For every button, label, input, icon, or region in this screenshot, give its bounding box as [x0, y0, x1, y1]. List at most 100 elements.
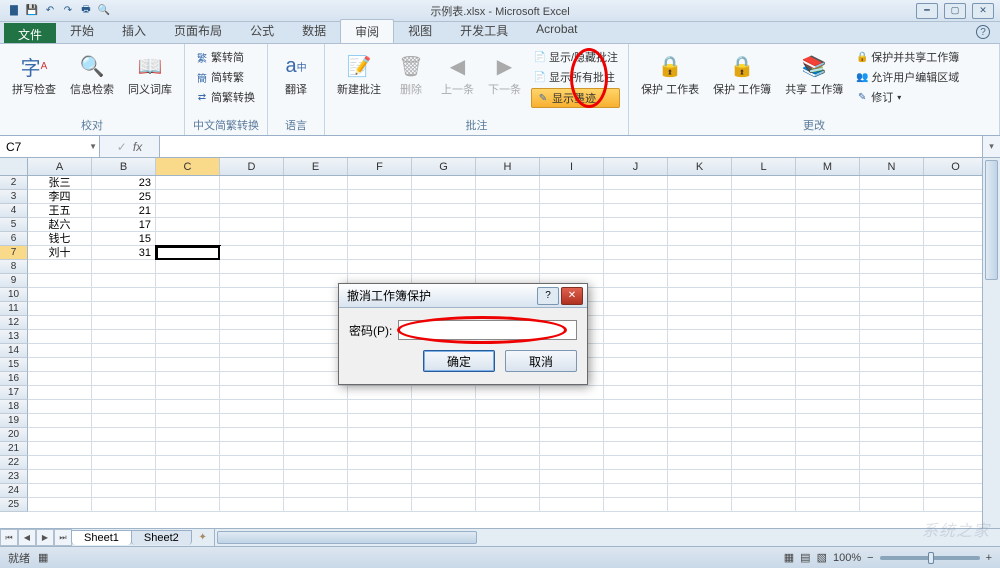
cell[interactable] [540, 442, 604, 456]
cell[interactable] [540, 386, 604, 400]
cell[interactable] [284, 400, 348, 414]
cell[interactable] [732, 400, 796, 414]
ok-button[interactable]: 确定 [423, 350, 495, 372]
cell[interactable] [860, 302, 924, 316]
cell[interactable] [476, 414, 540, 428]
cell[interactable] [284, 190, 348, 204]
cell[interactable] [220, 218, 284, 232]
cell[interactable] [284, 260, 348, 274]
col-header-D[interactable]: D [220, 158, 284, 175]
prev-comment-button[interactable]: ◀上一条 [437, 48, 478, 98]
cell[interactable] [860, 344, 924, 358]
sheet-nav-button[interactable]: ▶ [36, 529, 54, 546]
tab-视图[interactable]: 视图 [394, 19, 446, 43]
cell[interactable] [924, 288, 988, 302]
cell[interactable] [412, 442, 476, 456]
formula-input[interactable] [160, 136, 982, 157]
cell[interactable] [284, 428, 348, 442]
cell[interactable] [284, 204, 348, 218]
simp-to-trad-button[interactable]: 繁繁转简 [193, 48, 257, 66]
cell[interactable] [28, 316, 92, 330]
cell[interactable] [668, 456, 732, 470]
cell[interactable] [156, 400, 220, 414]
cell[interactable] [860, 470, 924, 484]
macro-icon[interactable]: ▦ [38, 551, 48, 564]
col-header-H[interactable]: H [476, 158, 540, 175]
cell[interactable] [924, 274, 988, 288]
cell[interactable] [924, 358, 988, 372]
cell[interactable] [924, 246, 988, 260]
cell[interactable] [476, 428, 540, 442]
cell[interactable] [540, 190, 604, 204]
cell[interactable] [924, 330, 988, 344]
cell[interactable] [476, 484, 540, 498]
cell[interactable] [220, 498, 284, 512]
cell[interactable] [220, 190, 284, 204]
cell[interactable] [668, 246, 732, 260]
cell[interactable] [860, 190, 924, 204]
vertical-scrollbar[interactable] [982, 158, 1000, 528]
cell[interactable] [796, 400, 860, 414]
cell[interactable] [156, 302, 220, 316]
cell[interactable] [540, 470, 604, 484]
zoom-out-button[interactable]: − [867, 552, 873, 564]
cell[interactable] [156, 498, 220, 512]
row-header[interactable]: 4 [0, 204, 28, 218]
cell[interactable] [540, 204, 604, 218]
cell[interactable] [732, 372, 796, 386]
cell[interactable] [92, 288, 156, 302]
col-header-C[interactable]: C [156, 158, 220, 175]
cell[interactable] [412, 498, 476, 512]
cell[interactable] [284, 386, 348, 400]
cell[interactable]: 张三 [28, 176, 92, 190]
cell[interactable]: 王五 [28, 204, 92, 218]
cell[interactable] [220, 372, 284, 386]
tab-数据[interactable]: 数据 [288, 19, 340, 43]
cell[interactable] [924, 176, 988, 190]
cell[interactable] [796, 330, 860, 344]
cell[interactable] [220, 456, 284, 470]
cell[interactable] [604, 456, 668, 470]
cell[interactable] [412, 456, 476, 470]
row-header[interactable]: 16 [0, 372, 28, 386]
cell[interactable] [28, 428, 92, 442]
cell[interactable] [796, 470, 860, 484]
cell[interactable] [156, 316, 220, 330]
cell[interactable] [796, 246, 860, 260]
cell[interactable] [476, 176, 540, 190]
row-header[interactable]: 23 [0, 470, 28, 484]
cell[interactable] [156, 358, 220, 372]
row-header[interactable]: 2 [0, 176, 28, 190]
cell[interactable] [220, 414, 284, 428]
col-header-J[interactable]: J [604, 158, 668, 175]
protect-sheet-button[interactable]: 🔒保护 工作表 [637, 48, 703, 98]
cell[interactable] [156, 428, 220, 442]
cell[interactable] [860, 274, 924, 288]
cell[interactable] [540, 414, 604, 428]
cell[interactable] [156, 386, 220, 400]
zoom-slider[interactable] [880, 556, 980, 560]
row-header[interactable]: 21 [0, 442, 28, 456]
cell[interactable] [668, 176, 732, 190]
cell[interactable] [92, 302, 156, 316]
col-header-E[interactable]: E [284, 158, 348, 175]
cell[interactable] [156, 190, 220, 204]
cell[interactable] [348, 260, 412, 274]
cell[interactable] [156, 330, 220, 344]
cell[interactable] [412, 232, 476, 246]
cell[interactable] [92, 372, 156, 386]
cell[interactable] [732, 232, 796, 246]
password-input[interactable] [398, 320, 577, 340]
cell[interactable]: 23 [92, 176, 156, 190]
cell[interactable] [860, 358, 924, 372]
col-header-I[interactable]: I [540, 158, 604, 175]
cell[interactable] [92, 414, 156, 428]
cell[interactable] [668, 484, 732, 498]
cell[interactable] [732, 484, 796, 498]
dialog-titlebar[interactable]: 撤消工作簿保护 ? ✕ [339, 284, 587, 308]
cell[interactable] [732, 288, 796, 302]
cell[interactable] [540, 246, 604, 260]
cell[interactable] [604, 176, 668, 190]
cell[interactable] [604, 428, 668, 442]
cell[interactable] [220, 260, 284, 274]
